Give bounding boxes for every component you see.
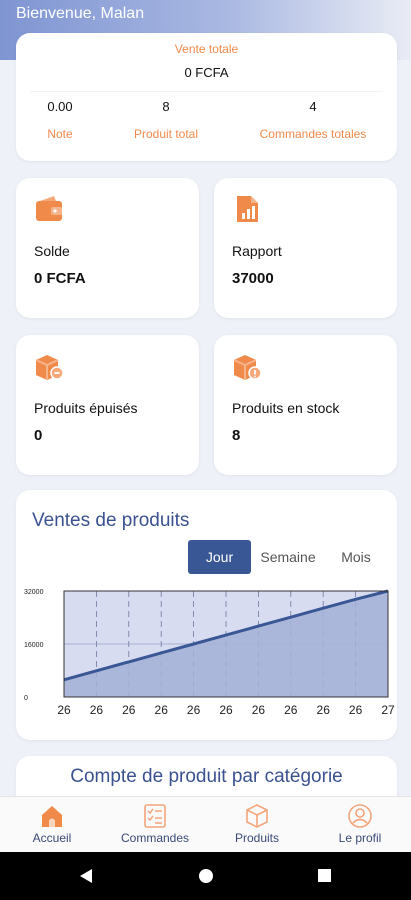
x-tick-label: 26 (155, 703, 169, 717)
nav-profile-label: Le profil (338, 831, 382, 845)
sales-area-chart: 32000 16000 0 26 26 26 26 26 26 26 26 26 26 27 (24, 589, 395, 717)
x-tick-label: 26 (252, 703, 266, 717)
nav-profile[interactable]: Le profil (310, 797, 410, 853)
total-products-stat: 8 Produit total (121, 99, 211, 141)
wallet-icon (36, 196, 62, 221)
balance-label: Solde (34, 243, 70, 259)
nav-products-label: Produits (234, 831, 280, 845)
back-icon[interactable] (80, 869, 92, 883)
total-products-value: 8 (162, 99, 170, 114)
in-stock-card[interactable]: Produits en stock 8 (214, 335, 397, 475)
x-tick-label: 26 (284, 703, 298, 717)
x-tick-label: 26 (187, 703, 201, 717)
balance-card[interactable]: Solde 0 FCFA (16, 178, 199, 318)
in-stock-value: 8 (232, 427, 241, 444)
box-out-icon (35, 355, 64, 380)
balance-value: 0 FCFA (34, 270, 86, 287)
y-tick-label: 16000 (24, 642, 44, 649)
nav-orders[interactable]: Commandes (105, 797, 205, 853)
bottom-navigation: Accueil Commandes Produits Le profil (0, 796, 411, 852)
x-tick-label: 27 (381, 703, 395, 717)
home-icon (42, 806, 62, 827)
x-tick-label: 26 (90, 703, 104, 717)
box-stock-icon (233, 355, 262, 380)
report-icon (237, 196, 258, 222)
nav-products[interactable]: Produits (207, 797, 307, 853)
total-orders-label: Commandes totales (259, 127, 367, 141)
out-of-stock-value: 0 (34, 427, 43, 444)
total-sales-value: 0 FCFA (184, 65, 229, 80)
rating-value: 0.00 (47, 99, 73, 114)
report-card[interactable]: Rapport 37000 (214, 178, 397, 318)
out-of-stock-card[interactable]: Produits épuisés 0 (16, 335, 199, 475)
out-of-stock-label: Produits épuisés (34, 400, 138, 416)
sales-summary-card: Vente totale 0 FCFA 0.00 Note 8 Produit … (16, 33, 397, 161)
system-nav-icons (80, 869, 331, 883)
recents-icon[interactable] (318, 869, 331, 882)
home-circle-icon[interactable] (199, 869, 213, 883)
category-count-title: Compte de produit par catégorie (70, 766, 343, 787)
tab-week[interactable]: Semaine (256, 540, 320, 574)
tab-month[interactable]: Mois (334, 540, 378, 574)
rating-label: Note (47, 127, 73, 141)
nav-home[interactable]: Accueil (2, 797, 102, 853)
total-products-label: Produit total (133, 127, 199, 141)
x-tick-label: 26 (317, 703, 331, 717)
tab-day[interactable]: Jour (188, 540, 251, 574)
divider (30, 91, 383, 92)
orders-icon (144, 804, 166, 828)
profile-icon (348, 804, 372, 828)
system-navigation-bar (0, 852, 411, 900)
total-orders-stat: 4 Commandes totales (256, 99, 370, 141)
total-sales-label: Vente totale (174, 42, 239, 56)
in-stock-label: Produits en stock (232, 400, 340, 416)
greeting-text: Bienvenue, Malan (16, 5, 145, 22)
x-tick-label: 26 (219, 703, 233, 717)
report-label: Rapport (232, 243, 282, 259)
sales-chart-card: Ventes de produits Jour Semaine Mois 320… (16, 490, 397, 740)
nav-home-label: Accueil (32, 831, 72, 845)
total-orders-value: 4 (309, 99, 317, 114)
y-tick-label: 0 (24, 695, 28, 702)
products-icon (246, 804, 268, 828)
nav-orders-label: Commandes (120, 831, 190, 845)
report-value: 37000 (232, 270, 274, 287)
y-tick-label: 32000 (24, 589, 44, 596)
x-tick-label: 26 (349, 703, 363, 717)
chart-title: Ventes de produits (32, 510, 190, 531)
x-tick-label: 26 (122, 703, 136, 717)
rating-stat: 0.00 Note (30, 99, 90, 141)
x-tick-label: 26 (57, 703, 71, 717)
